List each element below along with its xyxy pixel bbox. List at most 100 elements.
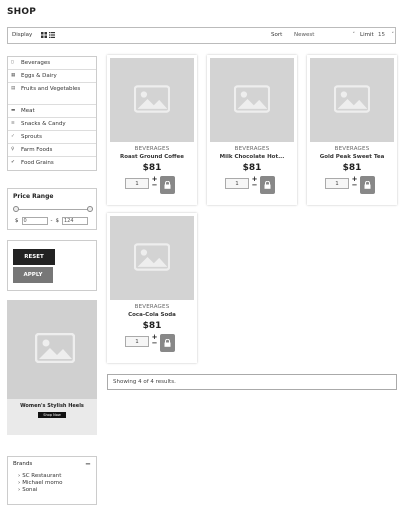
currency-symbol: $ (15, 218, 19, 224)
product-category: BEVERAGES (134, 304, 170, 310)
brand-item[interactable]: › Michael momo (13, 480, 91, 487)
add-to-cart-button[interactable] (360, 176, 375, 194)
product-image[interactable] (110, 58, 194, 142)
price-slider-max-handle[interactable] (87, 206, 93, 212)
brand-item[interactable]: › Sonai (13, 487, 91, 494)
minus-icon[interactable]: − (151, 340, 158, 347)
product-card[interactable]: BEVERAGES Coca-Cola Soda $81 1 + − (107, 213, 197, 363)
fruit-icon: ▤ (11, 86, 16, 91)
page-title: SHOP (7, 7, 37, 17)
category-item-beverages[interactable]: ▯ Beverages (8, 57, 96, 70)
category-label: Sprouts (21, 134, 42, 140)
dairy-icon: ▦ (11, 73, 16, 78)
price-min-input[interactable]: 0 (21, 217, 48, 225)
grid-view-icon[interactable] (41, 32, 47, 38)
quantity-input[interactable]: 1 (325, 178, 349, 189)
ad-shop-button[interactable]: Shop Now (38, 412, 66, 418)
brand-label: Michael momo (22, 480, 63, 486)
sprout-icon: ✓ (11, 134, 15, 139)
category-label: Fruits and Vegetables (21, 86, 81, 92)
quantity-input[interactable]: 1 (225, 178, 249, 189)
price-slider-min-handle[interactable] (13, 206, 19, 212)
list-view-icon[interactable] (49, 32, 55, 38)
product-image[interactable] (210, 58, 294, 142)
limit-value: 15 (378, 32, 385, 38)
toolbar: Display Sort Newest ˅ Limit 15 ˅ (7, 27, 396, 44)
add-to-cart-button[interactable] (160, 334, 175, 352)
minus-icon[interactable]: − (251, 182, 258, 189)
limit-label: Limit (360, 32, 374, 38)
product-image[interactable] (310, 58, 394, 142)
category-item-farm-foods[interactable]: ♀ Farm Foods (8, 144, 96, 157)
apply-button[interactable]: APPLY (13, 267, 53, 283)
minus-icon[interactable]: − (351, 182, 358, 189)
display-label: Display (12, 32, 33, 38)
product-category: BEVERAGES (134, 146, 170, 152)
price-max-input[interactable]: 124 (62, 217, 88, 225)
range-separator: - (50, 218, 53, 224)
quantity-stepper[interactable]: + − (151, 176, 158, 189)
minus-icon[interactable]: − (151, 182, 158, 189)
brands-filter: Brands − › SC Restaurant › Michael momo › S… (7, 456, 97, 505)
product-card[interactable]: BEVERAGES Gold Peak Sweet Tea $81 1 + − (307, 55, 397, 205)
grain-icon: ✔ (11, 160, 15, 165)
price-range-title: Price Range (13, 193, 54, 200)
category-list: ▯ Beverages ▦ Eggs & Dairy ▤ Fruits and Veg… (7, 56, 97, 171)
sort-label: Sort (271, 32, 283, 38)
product-category: BEVERAGES (334, 146, 370, 152)
brands-title: Brands (13, 461, 33, 467)
quantity-stepper[interactable]: + − (351, 176, 358, 189)
meat-icon: ▬ (11, 108, 16, 113)
product-price: $81 (142, 163, 162, 173)
chevron-right-icon: › (18, 473, 21, 479)
farm-icon: ♀ (11, 147, 15, 152)
product-price: $81 (242, 163, 262, 173)
price-range-inputs: $ 0 - $ 124 (15, 217, 91, 225)
snack-icon: ≡ (11, 121, 15, 126)
product-name[interactable]: Gold Peak Sweet Tea (307, 154, 397, 160)
price-range-filter: Price Range $ 0 - $ 124 (7, 188, 97, 230)
category-item-sprouts[interactable]: ✓ Sprouts (8, 131, 96, 144)
chevron-right-icon: › (18, 487, 21, 493)
category-item-eggs-dairy[interactable]: ▦ Eggs & Dairy (8, 70, 96, 83)
limit-select[interactable]: 15 ˅ (378, 30, 394, 41)
brands-header[interactable]: Brands − (13, 461, 91, 468)
product-price: $81 (342, 163, 362, 173)
quantity-stepper[interactable]: + − (251, 176, 258, 189)
price-slider-track[interactable] (16, 209, 90, 210)
category-item-snacks-candy[interactable]: ≡ Snacks & Candy (8, 118, 96, 131)
chevron-right-icon: › (18, 480, 21, 486)
image-placeholder-icon (134, 85, 170, 113)
ad-text: Women's Stylish Heels (20, 403, 84, 409)
category-label: Meat (21, 108, 35, 114)
reset-button[interactable]: RESET (13, 249, 55, 265)
quantity-input[interactable]: 1 (125, 336, 149, 347)
category-label: Snacks & Candy (21, 121, 66, 127)
product-name[interactable]: Coca-Cola Soda (107, 312, 197, 318)
collapse-icon[interactable]: − (85, 461, 91, 468)
ad-banner[interactable]: Women's Stylish Heels Shop Now (7, 300, 97, 435)
filter-actions: RESET APPLY (7, 240, 97, 291)
brand-item[interactable]: › SC Restaurant (13, 473, 91, 480)
add-to-cart-button[interactable] (160, 176, 175, 194)
category-item-meat[interactable]: ▬ Meat (8, 105, 96, 118)
quantity-stepper[interactable]: + − (151, 334, 158, 347)
category-label: Farm Foods (21, 147, 53, 153)
product-card[interactable]: BEVERAGES Milk Chocolate Hot... $81 1 + − (207, 55, 297, 205)
lock-icon (164, 181, 171, 189)
product-name[interactable]: Milk Chocolate Hot... (207, 154, 297, 160)
chevron-down-icon: ˅ (352, 32, 356, 38)
product-name[interactable]: Roast Ground Coffee (107, 154, 197, 160)
quantity-input[interactable]: 1 (125, 178, 149, 189)
category-item-food-grains[interactable]: ✔ Food Grains (8, 157, 96, 170)
product-price: $81 (142, 321, 162, 331)
category-item-fruits-vegetables[interactable]: ▤ Fruits and Vegetables (8, 83, 96, 105)
brand-label: SC Restaurant (22, 473, 62, 479)
image-placeholder-icon (334, 85, 370, 113)
product-image[interactable] (110, 216, 194, 300)
currency-symbol: $ (55, 218, 60, 224)
add-to-cart-button[interactable] (260, 176, 275, 194)
product-card[interactable]: BEVERAGES Roast Ground Coffee $81 1 + − (107, 55, 197, 205)
sort-select[interactable]: Newest ˅ (291, 30, 357, 41)
lock-icon (364, 181, 371, 189)
